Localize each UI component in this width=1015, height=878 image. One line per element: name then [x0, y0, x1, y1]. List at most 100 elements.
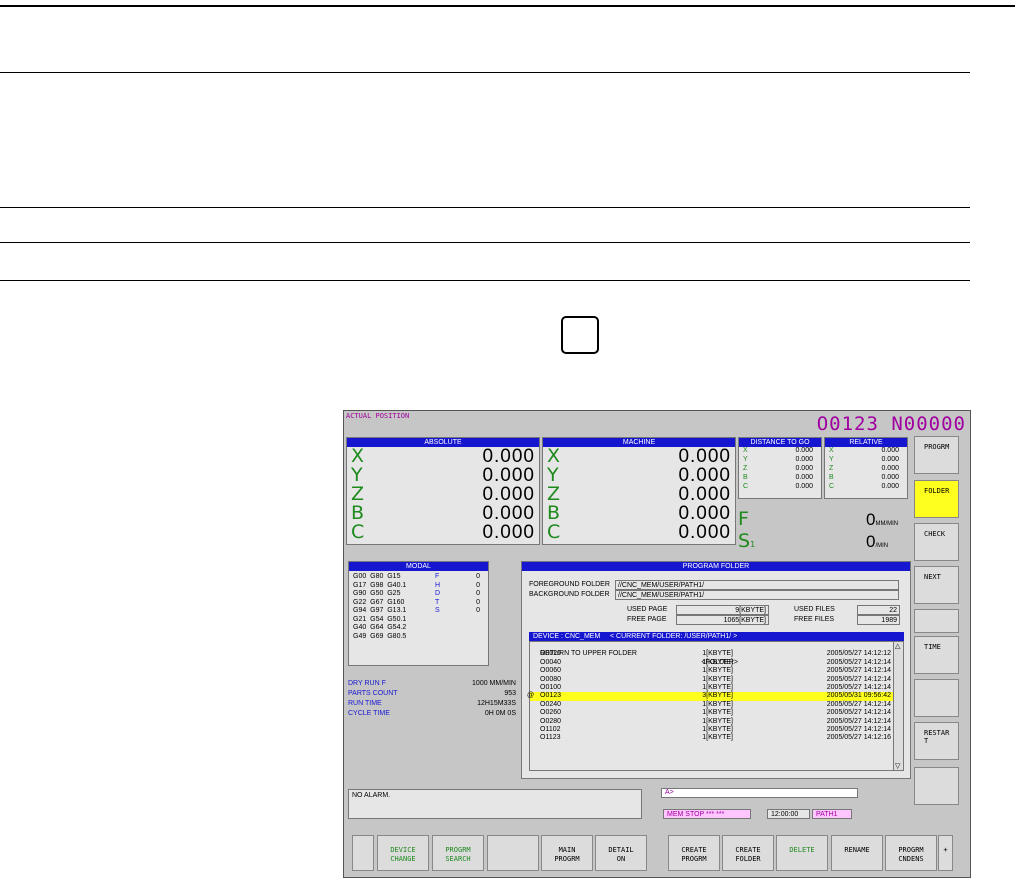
file-size: 1[KBYTE] — [702, 667, 733, 675]
file-name: O0060 — [540, 667, 562, 675]
background-folder-label: BACKGROUND FOLDER — [529, 591, 610, 598]
relative-header: RELATIVE — [825, 438, 907, 447]
dist_to_go-row-y: Y 0.000 — [739, 456, 821, 465]
modal-row: G22 G67 G160 T 0 — [353, 599, 488, 608]
axis-name: C — [829, 483, 835, 490]
axis-value: 0.000 — [678, 503, 731, 524]
file-name: O0020 — [540, 650, 562, 658]
axis-name: Z — [829, 465, 834, 472]
soft-key-blank-6[interactable] — [914, 679, 959, 717]
modal-key: H — [435, 581, 441, 589]
function-key-device-change[interactable]: DEVICE CHANGE — [377, 835, 429, 871]
file-size: 1[KBYTE] — [702, 734, 733, 742]
axis-name: Y — [743, 456, 748, 463]
scroll-down-icon[interactable]: ▽ — [895, 762, 900, 770]
axis-value: 0.000 — [795, 474, 813, 481]
soft-key-check[interactable]: CHECK — [914, 523, 959, 561]
modal-row: G40 G64 G54.2 — [353, 624, 488, 633]
background-folder-value: //CNC_MEM/USER/PATH1/ — [615, 590, 899, 600]
device-bar: DEVICE : CNC_MEM < CURRENT FOLDER: /USER… — [529, 632, 904, 641]
upper-folder-row[interactable]: RETURN TO UPPER FOLDER <FOLDER> — [530, 642, 903, 665]
soft-key-next[interactable]: NEXT — [914, 566, 959, 604]
modal-key: D — [435, 590, 441, 597]
file-row[interactable]: O0100 1[KBYTE] 2005/05/27 14:12:14 — [530, 684, 903, 692]
file-list[interactable]: RETURN TO UPPER FOLDER <FOLDER> O0020 1[K… — [527, 641, 904, 771]
file-name: O0260 — [540, 709, 562, 717]
soft-key-folder[interactable]: FOLDER — [914, 480, 959, 518]
soft-key-progrm[interactable]: PROGRM — [914, 436, 959, 474]
file-size: 1[KBYTE] — [702, 709, 733, 717]
axis-value: 0.000 — [482, 522, 535, 543]
function-key-+[interactable]: + — [938, 835, 953, 871]
absolute-panel: ABSOLUTE X 0.000 Y 0.000 Z 0.000 B 0.000 C 0.000 — [346, 437, 540, 545]
function-key-progrm-search[interactable]: PROGRM SEARCH — [432, 835, 484, 871]
file-row[interactable]: O0040 1[KBYTE] 2005/05/27 14:12:14 — [530, 659, 903, 667]
file-row[interactable]: O0080 1[KBYTE] 2005/05/27 14:12:14 — [530, 676, 903, 684]
soft-key-time[interactable]: TIME — [914, 636, 959, 674]
function-key-main-progrm[interactable]: MAIN PROGRM — [541, 835, 593, 871]
file-name: O0280 — [540, 717, 562, 725]
spindle-label: S1 — [738, 530, 756, 552]
soft-key-restart[interactable]: RESTAR T — [914, 722, 959, 760]
function-key-blank-0[interactable] — [352, 835, 374, 871]
modal-value: 0 — [476, 598, 480, 606]
file-row[interactable]: O0060 1[KBYTE] 2005/05/27 14:12:14 — [530, 667, 903, 675]
modal-row: G94 G97 G13.1 S 0 — [353, 607, 488, 616]
soft-key-blank-8[interactable] — [914, 767, 959, 805]
info-value: 1000 MM/MIN — [472, 680, 516, 687]
dist_to_go-row-b: B 0.000 — [739, 474, 821, 483]
axis-value: 0.000 — [795, 447, 813, 454]
scroll-up-icon[interactable]: △ — [895, 642, 900, 650]
function-key-create-folder[interactable]: CREATE FOLDER — [722, 835, 774, 871]
key-input-buffer[interactable]: A> — [661, 788, 858, 798]
file-row[interactable]: O1102 1[KBYTE] 2005/05/27 14:12:14 — [530, 726, 903, 734]
axis-name: C — [547, 521, 561, 543]
modal-codes: G00 G80 G15 — [353, 573, 401, 580]
key-icon — [561, 316, 599, 354]
file-row[interactable]: O0240 1[KBYTE] 2005/05/27 14:12:14 — [530, 701, 903, 709]
modal-row: G17 G98 G40.1 H 0 — [353, 582, 488, 591]
file-name: O1102 — [540, 725, 561, 733]
function-key-create-progrm[interactable]: CREATE PROGRM — [668, 835, 720, 871]
function-key-rename[interactable]: RENAME — [831, 835, 883, 871]
file-date: 2005/05/27 14:12:14 — [826, 658, 891, 666]
axis-value: 0.000 — [482, 446, 535, 467]
axis-name: C — [743, 483, 749, 490]
program-folder-header: PROGRAM FOLDER — [522, 562, 910, 571]
file-date: 2005/05/27 14:12:14 — [826, 667, 891, 675]
axis-name: X — [743, 447, 748, 454]
axis-value: 0.000 — [678, 484, 731, 505]
file-date: 2005/05/27 14:12:14 — [826, 725, 891, 733]
file-size: 1[KBYTE] — [702, 650, 733, 658]
info-label: RUN TIME — [348, 700, 382, 707]
axis-name: B — [829, 474, 834, 481]
modal-value: 0 — [476, 573, 480, 580]
file-row[interactable]: O0260 1[KBYTE] 2005/05/27 14:12:14 — [530, 709, 903, 717]
dist_to_go-row-x: X 0.000 — [739, 447, 821, 456]
used-page-value: 9[KBYTE] — [676, 605, 769, 615]
absolute-row-x: X 0.000 — [347, 446, 539, 467]
file-name: O0100 — [540, 683, 562, 691]
function-key-delete[interactable]: DELETE — [776, 835, 828, 871]
file-list-scrollbar[interactable]: △ ▽ — [893, 642, 903, 770]
file-name: O0123 — [540, 692, 562, 700]
modal-row: G00 G80 G15 F 0 — [353, 573, 488, 582]
function-key-progrm-cndens[interactable]: PROGRM CNDENS — [885, 835, 937, 871]
axis-name: Z — [743, 465, 748, 472]
dist_to_go-row-z: Z 0.000 — [739, 465, 821, 474]
file-date: 2005/05/27 14:12:14 — [826, 700, 891, 708]
file-size: 1[KBYTE] — [702, 675, 733, 683]
file-date: 2005/05/27 14:12:12 — [826, 650, 891, 658]
function-key-blank-3[interactable] — [487, 835, 539, 871]
axis-value: 0.000 — [881, 483, 899, 490]
axis-value: 0.000 — [678, 465, 731, 486]
file-row[interactable]: @ O0123 3[KBYTE] 2005/05/31 09:56:42 — [527, 692, 903, 701]
info-label: DRY RUN F — [348, 680, 386, 687]
file-row[interactable]: O0280 1[KBYTE] 2005/05/27 14:12:14 — [530, 718, 903, 726]
file-row[interactable]: O0020 1[KBYTE] 2005/05/27 14:12:12 — [530, 650, 903, 658]
function-key-detail-on[interactable]: DETAIL ON — [595, 835, 647, 871]
axis-value: 0.000 — [795, 483, 813, 490]
axis-value: 0.000 — [795, 456, 813, 463]
soft-key-blank-4[interactable] — [914, 609, 959, 633]
file-row[interactable]: O1123 1[KBYTE] 2005/05/27 14:12:16 — [530, 734, 903, 742]
